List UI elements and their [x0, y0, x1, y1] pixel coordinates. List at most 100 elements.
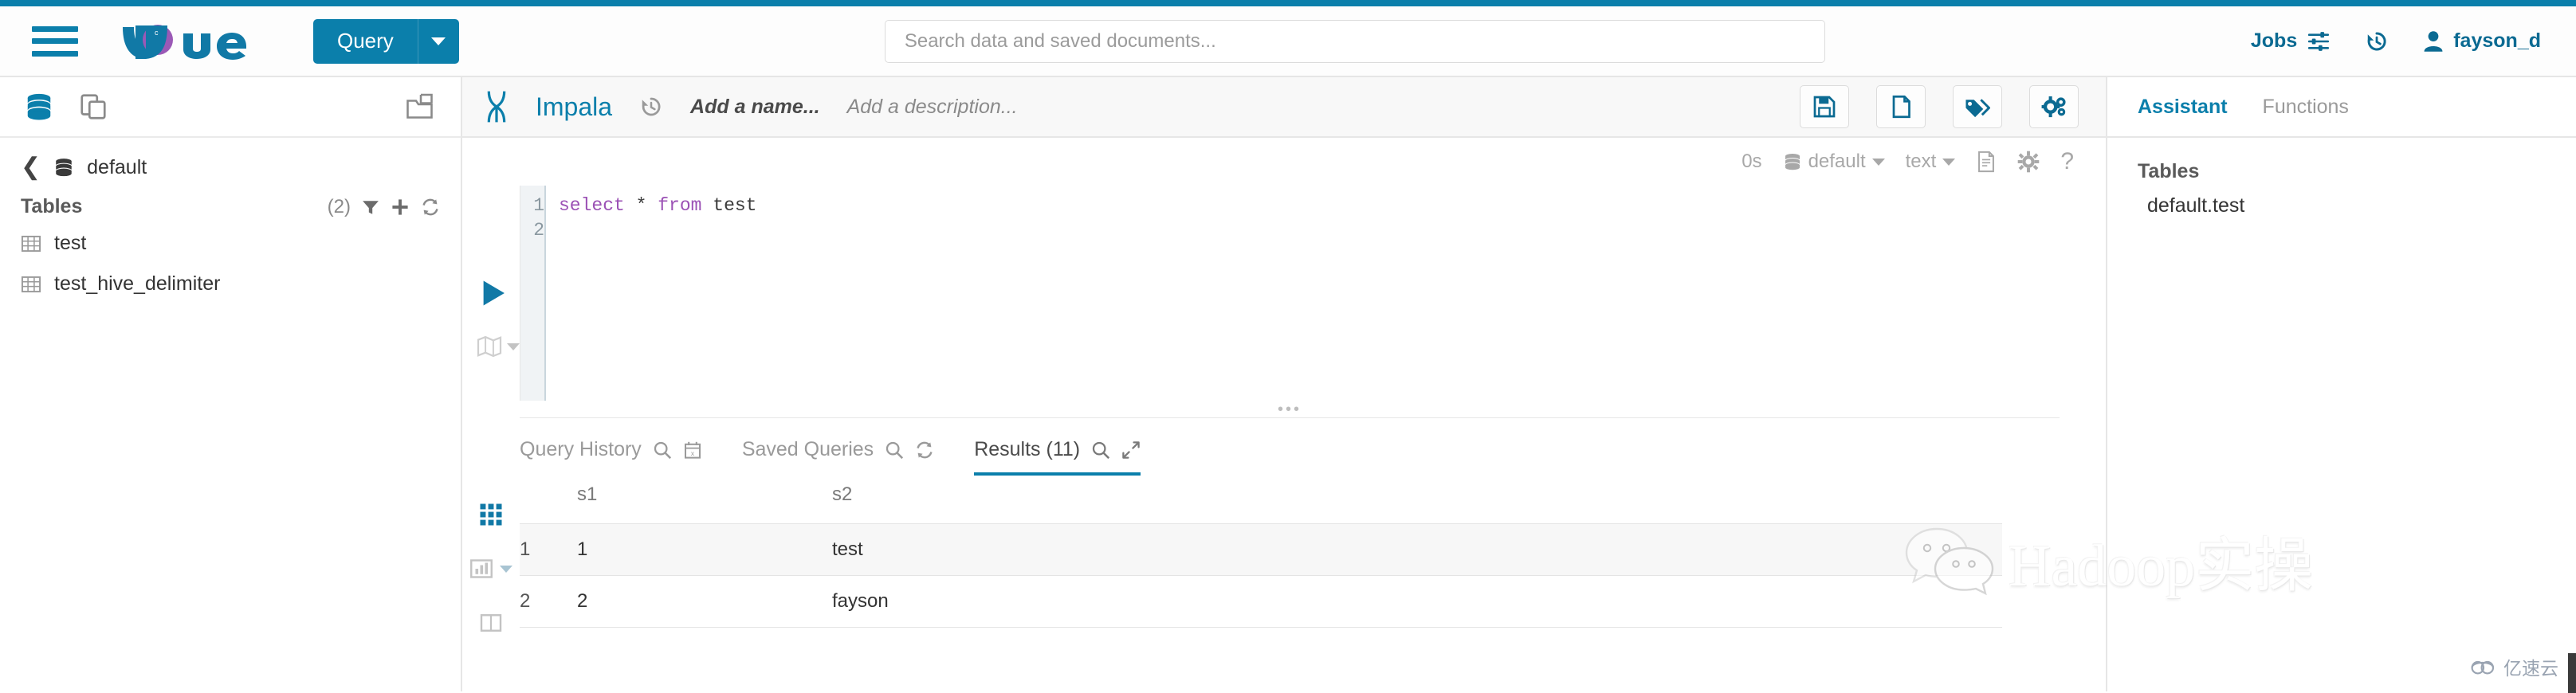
navbar-right-actions: Jobs fayson_d	[2251, 29, 2541, 53]
table-row[interactable]: 2 2 fayson	[520, 575, 2002, 628]
sidebar-table-label: test_hive_delimiter	[54, 272, 221, 295]
history-button[interactable]	[2364, 29, 2389, 53]
database-icon	[1785, 154, 1800, 170]
assistant-table-item[interactable]: default.test	[2107, 183, 2576, 217]
editor-panel: Impala Add a name... Add a description..…	[462, 77, 2106, 691]
table-row[interactable]: 1 1 test	[520, 523, 2002, 576]
plus-icon[interactable]	[391, 198, 410, 217]
query-dropdown-button[interactable]	[417, 18, 459, 64]
engine-name[interactable]: Impala	[536, 92, 612, 122]
column-header-s2[interactable]: s2	[832, 476, 2002, 524]
assistant-tabs: Assistant Functions	[2107, 77, 2576, 138]
sql-star: *	[624, 195, 658, 216]
tab-results[interactable]: Results (11)	[974, 438, 1141, 476]
search-input[interactable]	[884, 19, 1825, 63]
save-icon	[1813, 96, 1836, 118]
query-name-input[interactable]: Add a name...	[690, 96, 820, 119]
editor-status-bar: 0s default text ?	[462, 138, 2106, 186]
chevron-down-icon	[1942, 158, 1956, 166]
line-number-gutter: 1 2	[520, 186, 544, 401]
jobs-label: Jobs	[2250, 29, 2298, 52]
left-sidebar: ❮ default Tables (2) test test_hive_deli…	[0, 77, 462, 691]
sidebar-table-label: test	[54, 232, 87, 254]
query-description-input[interactable]: Add a description...	[847, 96, 1018, 119]
results-table-wrapper[interactable]: s1 s2 1 1 test 2 2 fayson	[520, 476, 2106, 691]
sidebar-table-item[interactable]: test	[0, 223, 461, 264]
results-table-body: 1 1 test 2 2 fayson	[520, 523, 2002, 628]
chevron-down-icon	[431, 37, 446, 45]
expand-icon[interactable]	[1121, 440, 1141, 460]
tab-query-history[interactable]: Query History x	[520, 438, 702, 476]
hue-logo[interactable]: c	[120, 19, 259, 64]
user-menu-button[interactable]: fayson_d	[2423, 29, 2541, 53]
history-icon[interactable]	[639, 95, 663, 119]
database-selector[interactable]: default	[1783, 151, 1885, 173]
results-table: s1 s2 1 1 test 2 2 fayson	[520, 476, 2002, 628]
calendar-clear-icon[interactable]: x	[683, 440, 702, 460]
splitter-handle: •••	[1277, 400, 1302, 418]
filter-icon[interactable]	[362, 198, 379, 216]
user-icon	[2424, 30, 2443, 52]
sql-input[interactable]: select * from test	[544, 186, 2106, 401]
help-button[interactable]: question-mark-icon ?	[2060, 148, 2074, 175]
tab-saved-queries-label: Saved Queries	[741, 438, 874, 460]
editor-settings-button[interactable]	[2017, 151, 2040, 173]
tab-assistant[interactable]: Assistant	[2138, 96, 2228, 119]
tags-button[interactable]	[1953, 85, 2002, 128]
new-document-button[interactable]	[1876, 85, 1926, 128]
chevron-left-icon[interactable]: ❮	[21, 155, 41, 179]
column-header-s1[interactable]: s1	[577, 476, 832, 524]
result-view-switcher	[462, 476, 520, 691]
sidebar-table-item[interactable]: test_hive_delimiter	[0, 264, 461, 304]
breadcrumb[interactable]: ❮ default	[0, 138, 461, 187]
scrollbar-edge[interactable]	[2568, 653, 2576, 693]
elapsed-time: 0s	[1742, 151, 1762, 172]
explain-query-button[interactable]	[477, 335, 520, 358]
columns-view-icon[interactable]	[479, 611, 503, 635]
database-selector-label: default	[1808, 151, 1866, 172]
jobs-button[interactable]: Jobs	[2251, 29, 2331, 53]
cell-s2: fayson	[832, 575, 2002, 628]
search-icon[interactable]	[653, 440, 672, 460]
query-button-group: Query	[313, 18, 459, 64]
user-label: fayson_d	[2453, 29, 2541, 52]
hue-logo-icon: c	[123, 24, 246, 60]
cell-s1: 1	[577, 523, 832, 576]
results-tabs: Query History x Saved Queries Results (1…	[462, 418, 2106, 476]
editor-actions-gutter	[473, 186, 520, 401]
sql-keyword: select	[559, 195, 625, 216]
editor-results-splitter[interactable]: •••	[520, 401, 2060, 418]
table-header-row: s1 s2	[520, 476, 2002, 524]
history-icon	[2367, 31, 2386, 50]
tables-section-header: Tables (2)	[0, 187, 461, 223]
code-editor-area: 1 2 select * from test	[462, 186, 2106, 401]
main-body: ❮ default Tables (2) test test_hive_deli…	[0, 77, 2576, 691]
save-button[interactable]	[1800, 85, 1849, 128]
documents-icon[interactable]	[78, 92, 108, 122]
search-icon[interactable]	[1091, 440, 1110, 460]
tables-section-tools: (2)	[328, 196, 440, 218]
chart-view-icon[interactable]	[469, 557, 493, 581]
sql-keyword: from	[658, 195, 702, 216]
refresh-icon[interactable]	[421, 198, 440, 217]
refresh-icon[interactable]	[915, 440, 934, 460]
result-format-button[interactable]	[1976, 151, 1997, 173]
breadcrumb-label: default	[87, 155, 147, 178]
assistant-section-title: Tables	[2138, 160, 2200, 182]
run-query-button[interactable]	[480, 280, 507, 311]
query-button[interactable]: Query	[313, 18, 418, 64]
search-icon[interactable]	[885, 440, 904, 460]
tab-functions[interactable]: Functions	[2263, 96, 2349, 119]
top-navbar: c Query Jobs	[0, 6, 2576, 77]
grid-view-icon[interactable]	[479, 503, 503, 527]
database-icon[interactable]	[24, 92, 54, 122]
settings-button[interactable]	[2029, 85, 2079, 128]
sliders-icon	[2308, 31, 2330, 51]
top-accent-strip	[0, 0, 2576, 6]
format-selector[interactable]: text	[1906, 151, 1956, 173]
import-folder-icon[interactable]	[405, 92, 437, 121]
hamburger-menu-icon[interactable]	[32, 23, 78, 60]
tab-saved-queries[interactable]: Saved Queries	[742, 438, 934, 476]
chevron-down-icon[interactable]	[500, 565, 512, 573]
sql-table: test	[701, 195, 757, 216]
